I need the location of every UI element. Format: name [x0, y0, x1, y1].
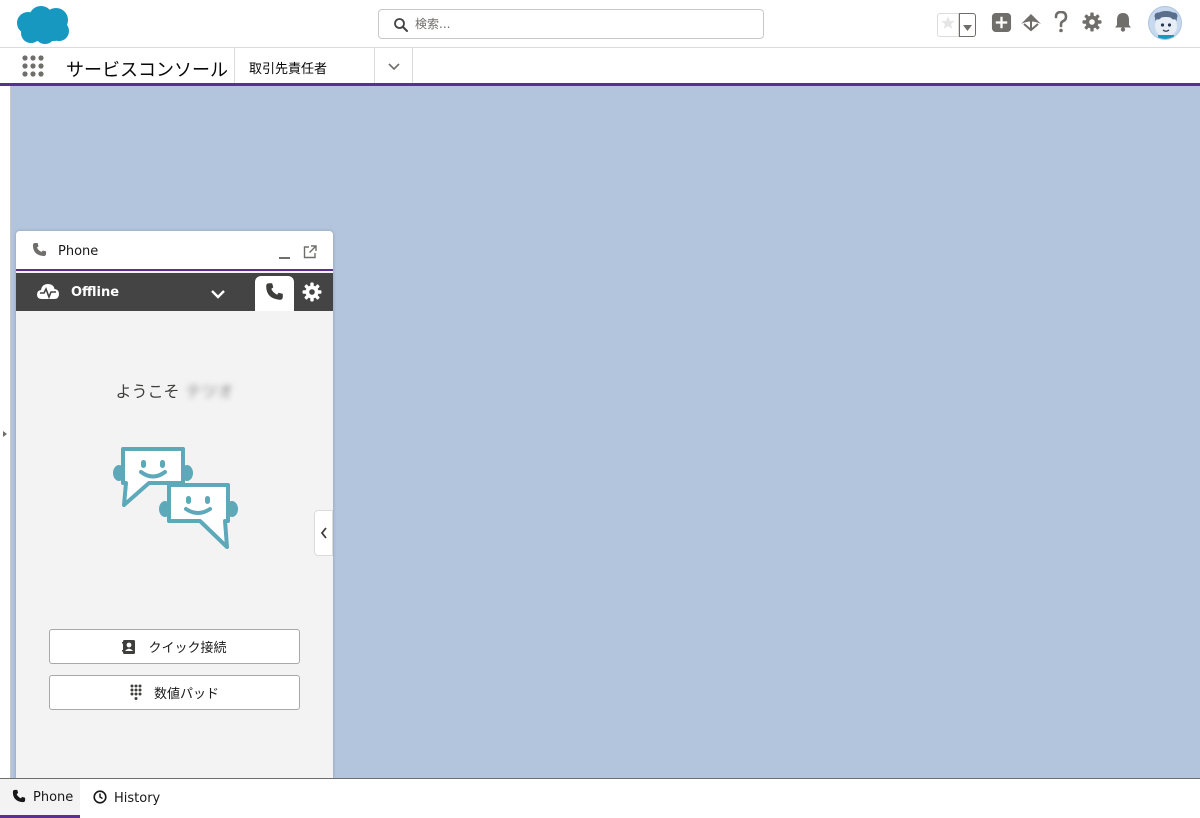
- panel-collapse-button[interactable]: [314, 510, 333, 556]
- chevron-down-icon: [387, 56, 400, 75]
- help-button[interactable]: [1050, 10, 1072, 37]
- add-icon: [991, 12, 1012, 37]
- favorites-group: [937, 13, 977, 37]
- waffle-icon: [22, 55, 44, 81]
- bell-icon: [1114, 12, 1132, 36]
- status-dropdown[interactable]: [210, 285, 226, 304]
- quick-connect-button[interactable]: クイック接続: [49, 629, 300, 664]
- app-name: サービスコンソール: [66, 60, 228, 81]
- utility-history-label: History: [114, 791, 161, 806]
- help-icon: [1053, 10, 1069, 37]
- favorites-list-button[interactable]: [959, 13, 976, 37]
- quick-connect-label: クイック接続: [148, 641, 227, 656]
- gear-icon: [302, 282, 322, 306]
- split-view-toggle[interactable]: [0, 86, 11, 778]
- phone-icon: [12, 788, 26, 807]
- utility-item-history[interactable]: History: [80, 779, 170, 818]
- search-input[interactable]: [415, 12, 755, 36]
- app-launcher-button[interactable]: [22, 55, 44, 77]
- welcome-text: ようこそ: [115, 382, 180, 401]
- number-pad-label: 数値パッド: [153, 687, 219, 702]
- status-label: Offline: [71, 285, 120, 300]
- minimize-button[interactable]: [278, 243, 292, 259]
- global-header: [0, 0, 1200, 48]
- nav-menu-button[interactable]: [374, 48, 413, 83]
- cloud-pulse-icon: [36, 282, 60, 306]
- dialpad-icon: [130, 684, 142, 701]
- trailhead-icon: [1020, 12, 1042, 36]
- salesforce-logo[interactable]: [14, 5, 72, 45]
- number-pad-button[interactable]: 数値パッド: [49, 675, 300, 710]
- global-search[interactable]: [378, 9, 764, 39]
- search-icon: [393, 17, 409, 33]
- chevron-down-icon: [210, 285, 226, 304]
- panel-header: Phone: [16, 231, 333, 271]
- global-actions-button[interactable]: [990, 12, 1012, 37]
- navigation-bar: サービスコンソール 取引先責任者: [0, 48, 1200, 86]
- setup-button[interactable]: [1081, 12, 1103, 36]
- nav-item-contacts[interactable]: 取引先責任者: [234, 48, 374, 83]
- user-avatar[interactable]: [1148, 6, 1182, 40]
- chevron-left-icon: [320, 524, 328, 543]
- tab-settings[interactable]: [302, 282, 322, 306]
- utility-phone-label: Phone: [33, 789, 74, 805]
- trailhead-button[interactable]: [1020, 13, 1042, 35]
- contact-card-icon: [122, 639, 136, 655]
- utility-bar: Phone History: [0, 778, 1200, 818]
- welcome-message: ようこそ テツオ: [16, 378, 333, 402]
- phone-icon: [32, 242, 47, 261]
- gear-icon: [1082, 12, 1102, 36]
- agent-status-bar: Offline: [16, 273, 333, 311]
- tab-phone[interactable]: [255, 276, 294, 311]
- utility-item-phone[interactable]: Phone: [0, 779, 80, 818]
- star-icon: [940, 15, 956, 35]
- chevron-down-icon: [963, 16, 972, 35]
- clock-icon: [93, 789, 107, 808]
- phone-icon: [265, 282, 284, 305]
- agent-name: テツオ: [185, 382, 234, 401]
- panel-title: Phone: [58, 244, 99, 259]
- favorites-button[interactable]: [937, 13, 959, 37]
- expand-arrow-icon: [3, 431, 7, 437]
- notifications-button[interactable]: [1112, 13, 1134, 35]
- phone-utility-panel: Phone Offline ようこそ テツオ クイック接続 数値パッド: [16, 231, 333, 778]
- popout-button[interactable]: [303, 244, 317, 263]
- popout-icon: [303, 244, 317, 263]
- chat-bubbles-illustration: [112, 443, 238, 553]
- nav-item-label: 取引先責任者: [249, 62, 328, 77]
